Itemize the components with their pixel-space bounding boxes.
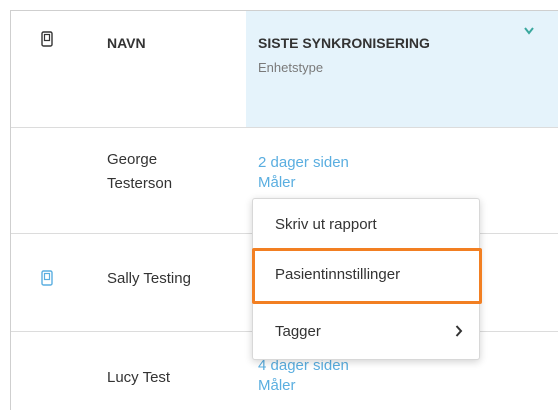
patient-name-line1[interactable]: George — [107, 148, 157, 172]
menu-item-label: Pasientinnstillinger — [275, 266, 401, 283]
menu-item-patient-settings[interactable]: Pasientinnstillinger — [252, 248, 482, 304]
device-type-link[interactable]: Måler — [258, 376, 296, 396]
patient-name[interactable]: Sally Testing — [107, 267, 191, 291]
device-column-icon[interactable] — [41, 31, 53, 52]
column-subheader-device-type[interactable]: Enhetstype — [258, 60, 323, 75]
column-header-name[interactable]: NAVN — [107, 35, 146, 51]
chevron-right-icon — [455, 325, 463, 337]
device-icon — [41, 270, 53, 291]
column-header-last-sync[interactable]: SISTE SYNKRONISERING — [258, 35, 430, 51]
sort-arrow-icon[interactable] — [524, 27, 534, 35]
menu-item-tags[interactable]: Tagger — [253, 311, 479, 355]
device-type-link[interactable]: Måler — [258, 173, 296, 193]
patient-name[interactable]: Lucy Test — [107, 366, 170, 390]
row-context-menu: Skriv ut rapport Pasientinnstillinger Ta… — [252, 198, 482, 360]
menu-item-label: Skriv ut rapport — [275, 216, 377, 233]
menu-item-label: Tagger — [275, 323, 321, 340]
patient-name-line2[interactable]: Testerson — [107, 172, 172, 196]
table-header-row: NAVN SISTE SYNKRONISERING Enhetstype — [11, 11, 558, 128]
last-sync-link[interactable]: 2 dager siden — [258, 153, 349, 173]
menu-item-print-report[interactable]: Skriv ut rapport — [253, 204, 479, 248]
